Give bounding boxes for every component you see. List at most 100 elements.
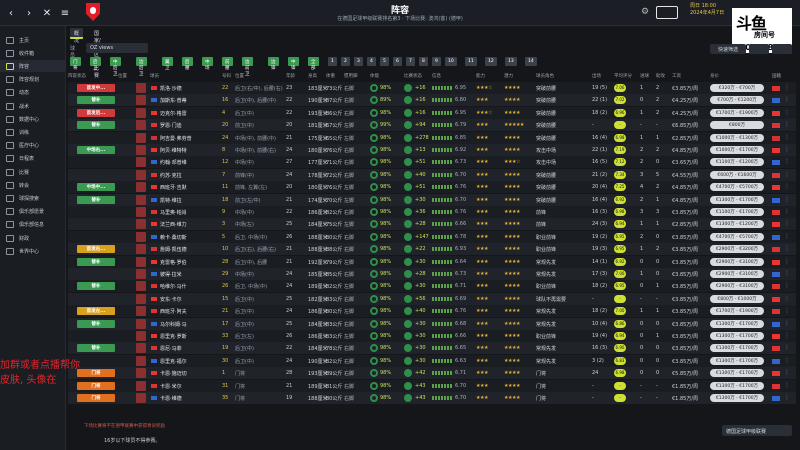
filter-chip[interactable]: 10 [445, 57, 457, 66]
row-menu-icon[interactable]: ⋮ [784, 220, 790, 227]
filter-chip[interactable]: 翼卫 [162, 57, 173, 71]
header-cell[interactable]: 体能 [370, 73, 379, 79]
position-badge[interactable]: 门将 [77, 394, 115, 402]
row-menu-icon[interactable]: ⋮ [784, 258, 790, 265]
filter-chip[interactable]: 中场 [202, 57, 213, 71]
sidebar-item[interactable]: 阵容规划 [0, 74, 66, 86]
filter-chip[interactable]: 中后卫 [110, 57, 121, 77]
table-row[interactable]: 首发后... 迈克尔·格雷 4 后卫(中) 22 193厘米 86公斤 右脚 98% +16 6.9… [68, 106, 796, 119]
row-menu-icon[interactable]: ⋮ [784, 245, 790, 252]
position-badge[interactable]: 替补 [77, 319, 115, 328]
row-menu-icon[interactable]: ⋮ [784, 307, 790, 314]
sidebar-item[interactable]: 俱乐部愿景 [0, 206, 66, 218]
tab-overview[interactable]: 概况 [70, 28, 84, 44]
row-menu-icon[interactable]: ⋮ [784, 295, 790, 302]
table-row[interactable]: 替补 加斯东·普蒂 16 后卫(中), 后腰(中) 22 190厘米 87公斤 右脚 89% +1… [68, 94, 796, 107]
row-menu-icon[interactable]: ⋮ [784, 196, 790, 203]
filter-chip[interactable]: 边后卫 [136, 57, 147, 77]
table-row[interactable]: 安东·卡尔 15 后卫(中) 25 182厘米 83公斤 右脚 98% +56 6.69 ★★★ ★★… [68, 292, 796, 305]
header-cell[interactable]: 球员角色 [536, 73, 554, 79]
header-cell[interactable]: 体重 [326, 73, 335, 79]
continue-button[interactable] [656, 6, 678, 19]
table-row[interactable]: 恩里克·福尔 30 后卫(中) 24 190厘米 82公斤 右脚 98% +30 6.63 ★★★ ★… [68, 354, 796, 367]
sidebar-item[interactable]: 比赛 [0, 166, 66, 178]
header-cell[interactable]: 潜力 [504, 73, 513, 79]
club-crest[interactable] [86, 3, 100, 21]
filter-chip[interactable]: 13 [505, 57, 517, 66]
table-row[interactable]: 门将 卡恩·施迈切 1 门将 28 193厘米 89公斤 右脚 98% +42 6.71 ★★★ ★★★… [68, 367, 796, 380]
position-badge[interactable]: 首发左... [77, 307, 115, 316]
table-row[interactable]: 替补 恩尼·马菲 19 后卫(中) 22 184厘米 78公斤 右脚 98% +30 6.65 ★★★… [68, 342, 796, 355]
table-row[interactable]: 中场右... 阿贝·维特特 8 中场(中), 前腰(右) 24 180厘米 76公斤 右脚 98… [68, 144, 796, 156]
sidebar-item[interactable]: 收件箱 [0, 47, 66, 59]
header-cell[interactable]: 助攻 [656, 73, 665, 79]
filter-chip[interactable]: 5 [380, 57, 389, 66]
sidebar-item[interactable]: 动态 [0, 87, 66, 99]
filter-chip[interactable]: 3 [354, 57, 363, 66]
position-badge[interactable]: 替补 [77, 257, 115, 266]
sidebar-item[interactable]: 转会 [0, 179, 66, 191]
row-menu-icon[interactable]: ⋮ [784, 369, 790, 376]
position-badge[interactable]: 中场中... [77, 183, 115, 192]
row-menu-icon[interactable]: ⋮ [784, 394, 790, 401]
header-cell[interactable]: 平均评分 [614, 73, 632, 79]
filter-chip[interactable]: 门将 [70, 57, 81, 71]
position-badge[interactable]: 首发后... [77, 108, 115, 117]
position-badge[interactable]: 首发右... [77, 245, 115, 254]
filter-chip[interactable]: 2 [341, 57, 350, 66]
header-cell[interactable]: 能力 [476, 73, 485, 79]
filter-chip[interactable]: 6 [393, 57, 402, 66]
row-menu-icon[interactable]: ⋮ [784, 121, 790, 128]
position-badge[interactable]: 替补 [77, 96, 115, 105]
sidebar-item[interactable]: 阵容 [0, 60, 66, 73]
header-cell[interactable]: 年龄 [286, 73, 295, 79]
sidebar-item[interactable]: 世界中心 [0, 245, 66, 257]
sidebar-item[interactable]: 战术 [0, 100, 66, 112]
row-menu-icon[interactable]: ⋮ [784, 344, 790, 351]
table-row[interactable]: 替补 马尔科姆·马 17 后卫(中) 25 184厘米 83公斤 右脚 98% +30 6.68 ★★… [68, 317, 796, 330]
header-cell[interactable]: 比赛状态 [404, 73, 422, 79]
row-menu-icon[interactable]: ⋮ [784, 146, 790, 153]
options-button[interactable] [772, 44, 792, 54]
sidebar-item[interactable]: 医疗中心 [0, 140, 66, 152]
table-row[interactable]: 首发中... 凯洛·沙德 22 后卫(右/中), 后腰(右) 23 183厘米 73公斤 右脚… [68, 82, 796, 94]
table-row[interactable]: 法兰西·维力 3 中场(左) 25 184厘米 75公斤 左脚 98% +28 6.66 ★★★ ★★… [68, 218, 796, 231]
table-row[interactable]: 约翰·邓普维 12 中场(中) 27 177厘米 71公斤 右脚 98% +51 6.73 ★★★ ★… [68, 156, 796, 169]
row-menu-icon[interactable]: ⋮ [784, 282, 790, 289]
gear-icon[interactable]: ⚙ [641, 7, 649, 17]
header-cell[interactable]: 阵容状态 [68, 73, 86, 79]
menu-icon[interactable]: ≡ [58, 6, 72, 20]
tab-national[interactable]: 国家/地区队比赛 [90, 28, 105, 79]
sidebar-item[interactable]: 训练 [0, 126, 66, 138]
header-cell[interactable]: 身价 [710, 73, 719, 79]
sidebar-item[interactable]: 财政 [0, 232, 66, 244]
view-select[interactable]: OZ views [86, 43, 148, 53]
row-menu-icon[interactable]: ⋮ [784, 183, 790, 190]
sidebar-item[interactable]: 数据中心 [0, 113, 66, 125]
table-row[interactable]: 彼得·拉米 29 中场(中) 24 185厘米 85公斤 右脚 98% +28 6.73 ★★★ ★★… [68, 268, 796, 280]
sidebar-item[interactable]: 球探搜索 [0, 192, 66, 204]
table-row[interactable]: 首发右... 詹姆·凯伍德 10 后卫(右), 后腰(右) 21 188厘米 88公斤 右脚 9… [68, 243, 796, 256]
row-menu-icon[interactable]: ⋮ [784, 84, 790, 91]
row-menu-icon[interactable]: ⋮ [784, 96, 790, 103]
table-row[interactable]: 赖卡·桑切斯 5 后卫, 中场(中) 26 188厘米 80公斤 右脚 98% +147 6.78… [68, 230, 796, 243]
table-row[interactable]: 恩里克·罗斯 33 后卫(左) 26 186厘米 83公斤 左脚 98% +30 6.66 ★★★ ★… [68, 330, 796, 342]
row-menu-icon[interactable]: ⋮ [784, 382, 790, 389]
table-row[interactable]: 替补 凯特·维拉 18 前卫(左/中) 21 174厘米 70公斤 左脚 98% +30 6.70 ★… [68, 193, 796, 206]
row-menu-icon[interactable]: ⋮ [784, 134, 790, 141]
filter-chip[interactable]: 边前卫 [242, 57, 253, 77]
table-row[interactable]: 阿吉曼·弗劳普 24 中场(中), 前腰(中) 21 175厘米 65公斤 左脚 98% +27… [68, 131, 796, 144]
row-menu-icon[interactable]: ⋮ [784, 158, 790, 165]
sidebar-item[interactable]: 日程表 [0, 153, 66, 165]
filter-chip[interactable]: 全部 [308, 57, 319, 71]
header-cell[interactable]: 国籍 [772, 73, 781, 79]
table-row[interactable]: 约苏·克拉 7 前锋(中) 24 178厘米 72公斤 右脚 98% +40 6.70 ★★★ ★★★… [68, 168, 796, 181]
filter-toggle-button[interactable] [749, 44, 769, 54]
filter-chip[interactable]: 9 [432, 57, 441, 66]
filter-chip[interactable]: 前腰 [222, 57, 233, 71]
header-cell[interactable]: 身高 [308, 73, 317, 79]
sidebar-item[interactable]: 俱乐部信息 [0, 219, 66, 231]
header-cell[interactable]: 号码 [222, 73, 231, 79]
header-cell[interactable]: 惯用脚 [344, 73, 358, 79]
header-cell[interactable]: 工资 [672, 73, 681, 79]
